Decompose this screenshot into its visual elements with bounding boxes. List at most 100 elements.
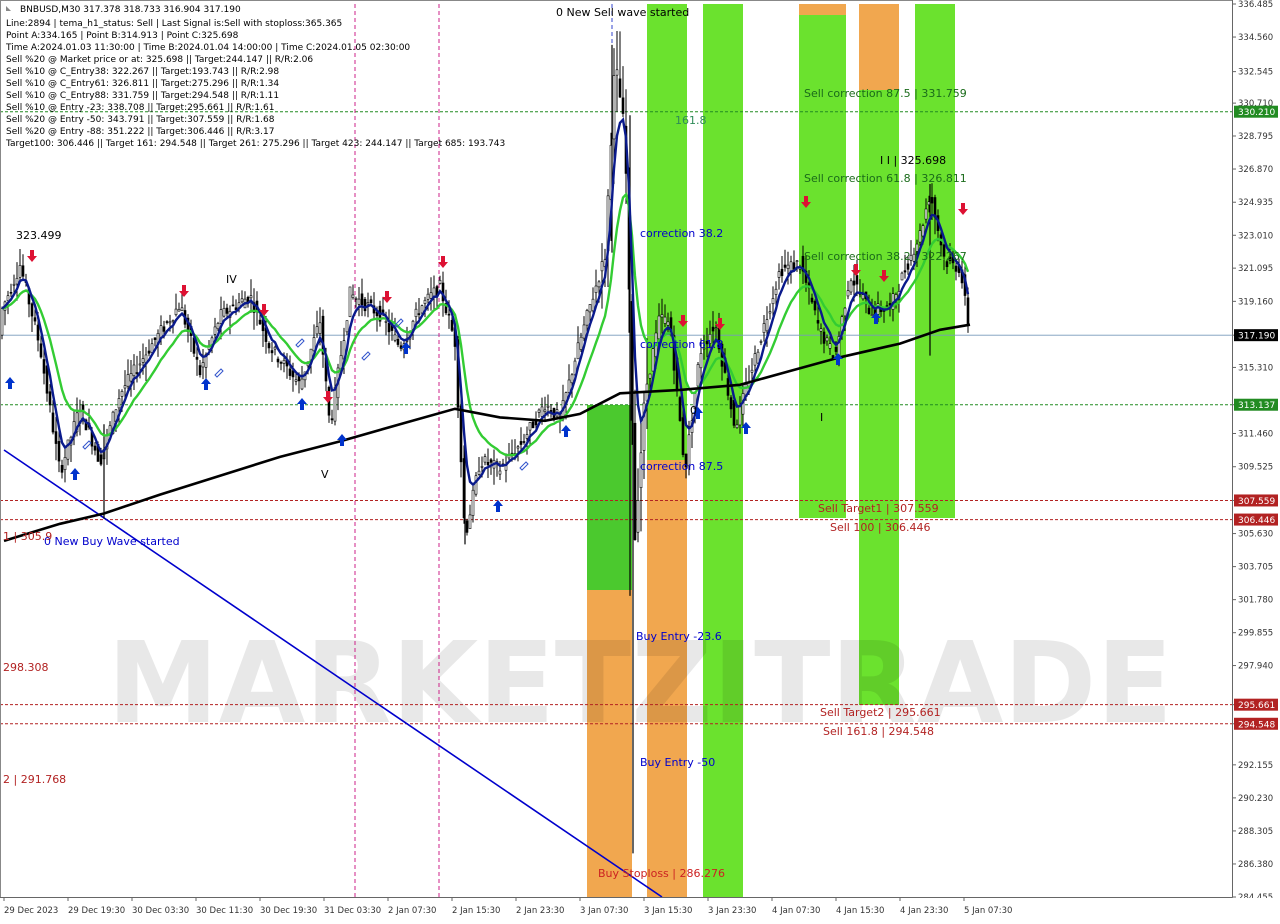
candle-body bbox=[225, 307, 229, 314]
chart-annotation: 0 bbox=[690, 404, 697, 417]
candle-body bbox=[753, 353, 757, 366]
x-tick-label: 4 Jan 15:30 bbox=[836, 906, 884, 916]
candle-body bbox=[660, 314, 664, 318]
y-tick-label: 334.560 bbox=[1238, 33, 1273, 43]
hint-arrow-icon bbox=[295, 338, 305, 348]
candle-body bbox=[648, 373, 652, 379]
candle-body bbox=[621, 97, 625, 114]
candle-body bbox=[135, 372, 139, 374]
candle-body bbox=[771, 298, 775, 305]
candle-body bbox=[852, 280, 856, 286]
candle-body bbox=[732, 399, 736, 426]
x-tick-label: 3 Jan 15:30 bbox=[644, 906, 692, 916]
candle-body bbox=[381, 309, 385, 313]
info-line: Sell %20 @ Entry -50: 343.791 || Target:… bbox=[6, 115, 275, 125]
chart-canvas[interactable]: MARKETZITRADE 0 New Sell wave started161… bbox=[0, 0, 1280, 920]
chart-annotation: Buy Entry -23.6 bbox=[636, 630, 722, 643]
price-badge-label: 295.661 bbox=[1238, 701, 1275, 711]
candle-body bbox=[594, 285, 598, 293]
candle-body bbox=[651, 348, 655, 372]
candle-body bbox=[711, 326, 715, 332]
chart-annotation: 0 New Buy Wave started bbox=[44, 535, 180, 548]
candle-body bbox=[777, 271, 781, 278]
signal-zone bbox=[859, 4, 899, 90]
candle-body bbox=[657, 315, 661, 340]
candle-body bbox=[15, 277, 19, 285]
candle-body bbox=[330, 418, 334, 421]
candle-body bbox=[393, 334, 397, 341]
chart-annotation: correction 38.2 bbox=[640, 227, 723, 240]
chart-annotation: Buy Stoploss | 286.276 bbox=[598, 867, 725, 880]
x-tick-label: 4 Jan 23:30 bbox=[900, 906, 948, 916]
signal-zone bbox=[799, 4, 846, 15]
info-line: Sell %10 @ Entry -23: 338.708 || Target:… bbox=[6, 103, 274, 113]
buy-arrow-icon bbox=[70, 468, 80, 480]
candle-body bbox=[576, 342, 580, 360]
candle-body bbox=[795, 260, 799, 263]
candle-body bbox=[42, 359, 46, 374]
candle-body bbox=[966, 297, 970, 325]
candle-body bbox=[633, 422, 637, 541]
info-line: Time A:2024.01.03 11:30:00 | Time B:2024… bbox=[5, 43, 410, 53]
candle-body bbox=[519, 441, 523, 445]
candle-body bbox=[198, 365, 202, 376]
candle-body bbox=[750, 369, 754, 373]
candle-body bbox=[273, 346, 277, 350]
y-tick-label: 315.310 bbox=[1238, 363, 1273, 373]
candle-body bbox=[714, 327, 718, 329]
x-tick-label: 31 Dec 03:30 bbox=[324, 906, 381, 916]
candle-body bbox=[318, 322, 322, 334]
chart-annotation: correction 87.5 bbox=[640, 460, 723, 473]
y-tick-label: 286.380 bbox=[1238, 860, 1273, 870]
candle-body bbox=[57, 441, 61, 462]
candle-body bbox=[201, 362, 205, 368]
candle-body bbox=[288, 368, 292, 376]
sell-arrow-icon bbox=[179, 285, 189, 297]
candle-body bbox=[567, 379, 571, 393]
candle-body bbox=[132, 364, 136, 377]
candle-body bbox=[366, 302, 370, 305]
candle-body bbox=[360, 293, 364, 306]
chart-annotation: I bbox=[820, 411, 823, 424]
candle-body bbox=[696, 364, 700, 387]
candle-body bbox=[81, 404, 85, 411]
candle-body bbox=[699, 353, 703, 369]
candle-body bbox=[774, 288, 778, 295]
candle-body bbox=[540, 406, 544, 417]
hint-arrow-icon bbox=[214, 368, 224, 378]
candle-body bbox=[30, 303, 34, 317]
hint-arrow-icon bbox=[519, 461, 529, 471]
candle-body bbox=[120, 391, 124, 397]
candle-body bbox=[249, 295, 253, 299]
info-line: Point A:334.165 | Point B:314.913 | Poin… bbox=[6, 31, 239, 41]
candle-body bbox=[0, 308, 4, 336]
candle-body bbox=[171, 320, 175, 322]
candle-body bbox=[276, 358, 280, 363]
candle-body bbox=[450, 319, 454, 331]
candle-body bbox=[678, 397, 682, 421]
y-tick-label: 305.630 bbox=[1238, 530, 1273, 540]
y-tick-label: 332.545 bbox=[1238, 68, 1273, 78]
candle-body bbox=[240, 298, 244, 303]
sell-arrow-icon bbox=[27, 250, 37, 262]
candle-body bbox=[387, 323, 391, 333]
candle-body bbox=[468, 514, 472, 529]
chart-annotation: 1 | 305.9 bbox=[3, 530, 52, 543]
y-tick-label: 309.525 bbox=[1238, 463, 1273, 473]
candle-body bbox=[516, 446, 520, 449]
x-tick-label: 4 Jan 07:30 bbox=[772, 906, 820, 916]
y-tick-label: 299.855 bbox=[1238, 629, 1273, 639]
chart-annotation: Sell 161.8 | 294.548 bbox=[823, 725, 934, 738]
candle-body bbox=[612, 75, 616, 140]
chart-annotation: 2 | 291.768 bbox=[3, 773, 66, 786]
candle-body bbox=[582, 324, 586, 339]
candle-body bbox=[231, 304, 235, 307]
candle-body bbox=[681, 417, 685, 455]
y-tick-label: 290.230 bbox=[1238, 794, 1273, 804]
candle-body bbox=[420, 305, 424, 314]
trading-chart[interactable]: MARKETZITRADE 0 New Sell wave started 161… bbox=[0, 0, 1280, 920]
info-line: Sell %10 @ C_Entry88: 331.759 || Target:… bbox=[6, 91, 279, 101]
buy-arrow-icon bbox=[561, 425, 571, 437]
y-tick-label: 301.780 bbox=[1238, 596, 1273, 606]
x-tick-label: 5 Jan 07:30 bbox=[964, 906, 1012, 916]
